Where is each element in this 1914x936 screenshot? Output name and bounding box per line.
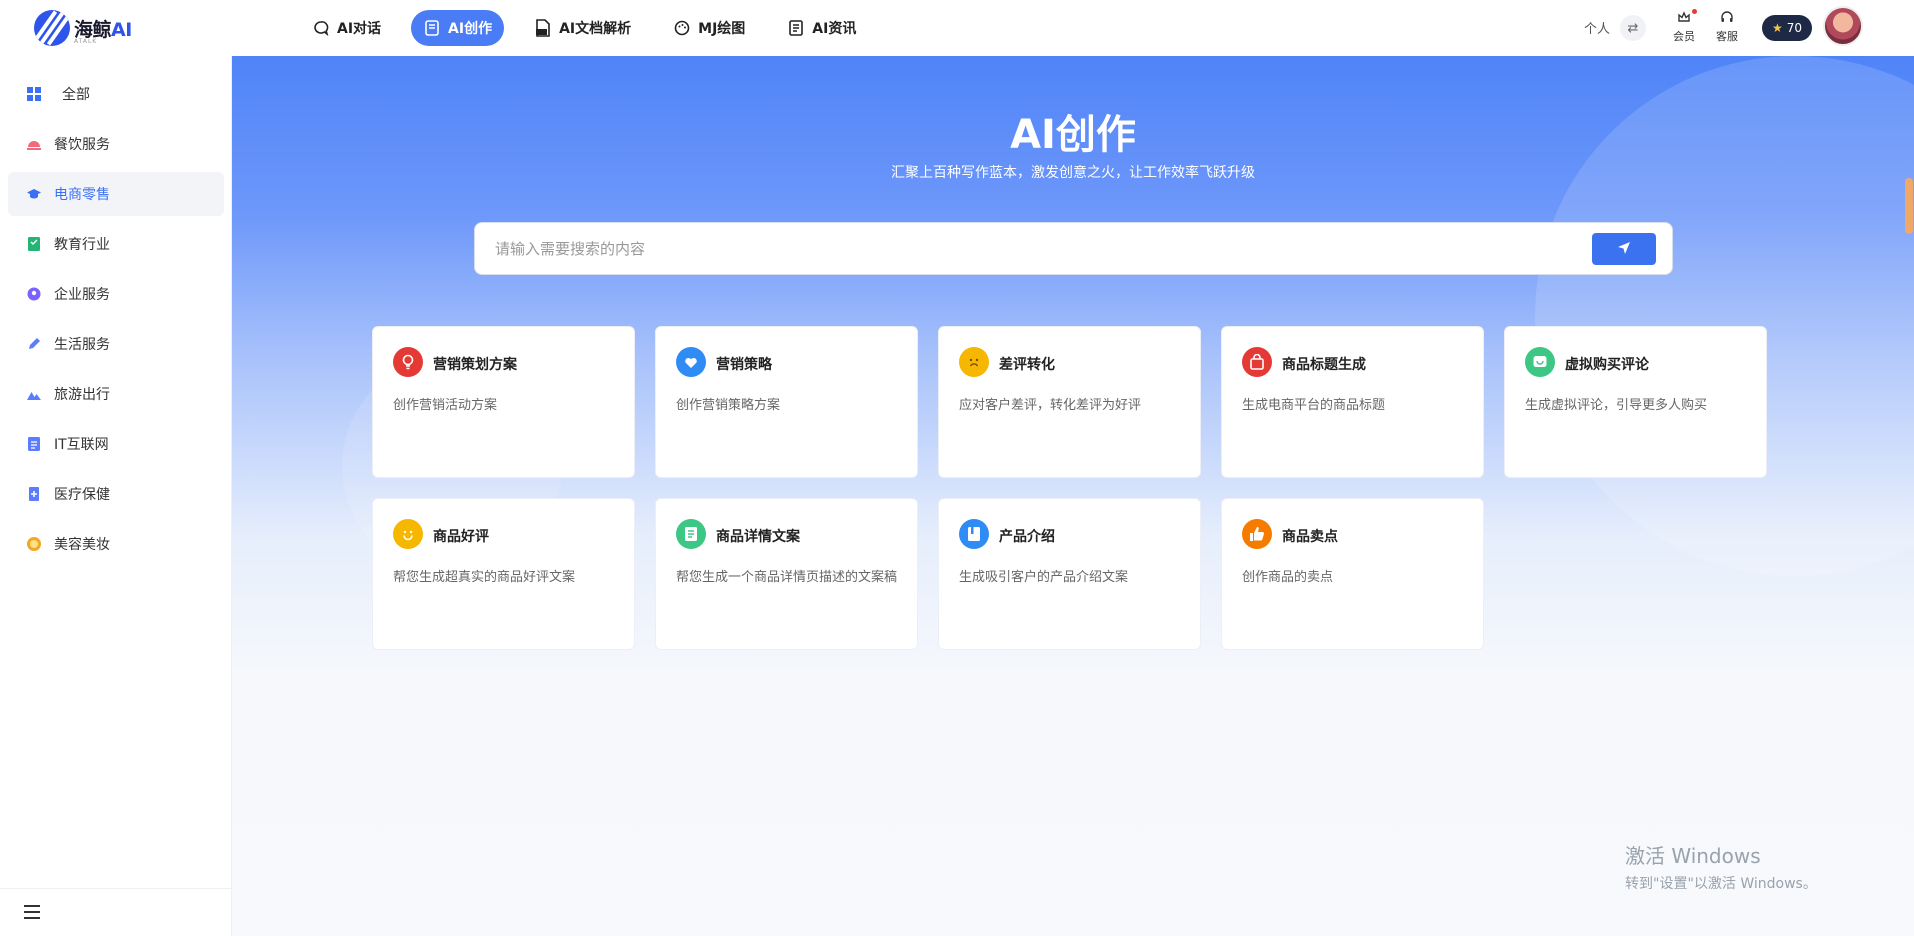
- logo-icon: [34, 10, 70, 46]
- search-box: [474, 222, 1673, 275]
- logo[interactable]: 海鲸AI ATALK: [34, 10, 132, 46]
- page-subtitle: 汇聚上百种写作蓝本，激发创意之火，让工作效率飞跃升级: [891, 165, 1255, 181]
- smile-icon: [393, 519, 423, 549]
- sidebar-item-medical[interactable]: 医疗保健: [8, 472, 224, 516]
- windows-activation-watermark: 激活 Windows 转到"设置"以激活 Windows。: [1625, 844, 1817, 892]
- menu-icon[interactable]: [24, 905, 40, 919]
- news-icon: [787, 19, 805, 37]
- book-icon: [26, 236, 42, 252]
- card-title: 商品卖点: [1282, 529, 1338, 545]
- create-icon: [423, 19, 441, 37]
- code-icon: [26, 436, 42, 452]
- main-content: AI创作 汇聚上百种写作蓝本，激发创意之火，让工作效率飞跃升级 营销策划方案 创…: [232, 56, 1914, 936]
- sidebar-item-enterprise[interactable]: 企业服务: [8, 272, 224, 316]
- sidebar-item-it[interactable]: IT互联网: [8, 422, 224, 466]
- nav-ai-news[interactable]: AI资讯: [775, 10, 868, 46]
- avatar[interactable]: [1823, 6, 1863, 46]
- template-card[interactable]: 虚拟购买评论 生成虚拟评论，引导更多人购买: [1504, 326, 1767, 478]
- send-icon: [1617, 240, 1631, 259]
- personal-label[interactable]: 个人: [1584, 18, 1610, 37]
- swap-icon[interactable]: ⇄: [1620, 15, 1646, 41]
- star-icon: ★: [1771, 21, 1783, 35]
- card-description: 生成电商平台的商品标题: [1242, 398, 1386, 413]
- nav-ai-chat[interactable]: AI对话: [300, 10, 393, 46]
- card-description: 创作营销策略方案: [676, 398, 781, 413]
- palette-icon: [673, 19, 691, 37]
- sidebar-item-dining[interactable]: 餐饮服务: [8, 122, 224, 166]
- brand-sub: ATALK: [74, 38, 98, 45]
- medical-icon: [26, 486, 42, 502]
- book-icon: [959, 519, 989, 549]
- card-title: 差评转化: [999, 357, 1055, 373]
- scrollbar-thumb[interactable]: [1905, 178, 1913, 234]
- search-send-button[interactable]: [1592, 233, 1656, 265]
- card-description: 生成吸引客户的产品介绍文案: [959, 570, 1129, 585]
- service-button[interactable]: 客服: [1712, 10, 1742, 44]
- comment-icon: [1525, 347, 1555, 377]
- card-description: 生成虚拟评论，引导更多人购买: [1525, 398, 1708, 413]
- bulb-icon: [393, 347, 423, 377]
- sidebar-item-beauty[interactable]: 美容美妆: [8, 522, 224, 566]
- nav-ai-create[interactable]: AI创作: [411, 10, 505, 46]
- sidebar-item-travel[interactable]: 旅游出行: [8, 372, 224, 416]
- enterprise-icon: [26, 286, 42, 302]
- doc-icon: [676, 519, 706, 549]
- template-card[interactable]: 商品详情文案 帮您生成一个商品详情页描述的文案稿: [655, 498, 918, 650]
- cap-icon: [26, 186, 42, 202]
- member-button[interactable]: 会员: [1669, 9, 1699, 44]
- chat-icon: [312, 19, 330, 37]
- card-title: 商品详情文案: [716, 529, 800, 545]
- thumb-up-icon: [1242, 519, 1272, 549]
- template-card[interactable]: 营销策略 创作营销策略方案: [655, 326, 918, 478]
- notification-dot: [1692, 9, 1697, 14]
- heart-chat-icon: [676, 347, 706, 377]
- headset-icon: [1712, 10, 1742, 28]
- template-card[interactable]: 差评转化 应对客户差评，转化差评为好评: [938, 326, 1201, 478]
- card-title: 商品标题生成: [1282, 357, 1366, 373]
- sidebar-item-ecommerce[interactable]: 电商零售: [8, 172, 224, 216]
- beauty-icon: [26, 536, 42, 552]
- card-description: 帮您生成超真实的商品好评文案: [393, 570, 576, 585]
- bag-icon: [1242, 347, 1272, 377]
- card-title: 营销策略: [716, 357, 772, 373]
- grid-icon: [26, 86, 42, 102]
- top-bar: 海鲸AI ATALK AI对话 AI创作 AI文档解析 MJ绘图 AI资讯 个人…: [0, 0, 1914, 56]
- sidebar-item-education[interactable]: 教育行业: [8, 222, 224, 266]
- sidebar: 全部 餐饮服务 电商零售 教育行业 企业服务 生活服务 旅游出行 IT互联网 医…: [0, 56, 232, 936]
- sidebar-item-all[interactable]: 全部: [8, 72, 224, 116]
- sidebar-item-life[interactable]: 生活服务: [8, 322, 224, 366]
- sidebar-footer: [0, 888, 232, 936]
- template-card[interactable]: 商品好评 帮您生成超真实的商品好评文案: [372, 498, 635, 650]
- template-card[interactable]: 营销策划方案 创作营销活动方案: [372, 326, 635, 478]
- card-title: 商品好评: [433, 529, 489, 545]
- main-nav: AI对话 AI创作 AI文档解析 MJ绘图 AI资讯: [300, 10, 886, 46]
- card-description: 创作商品的卖点: [1242, 570, 1334, 585]
- credits-badge[interactable]: ★ 70: [1762, 15, 1812, 41]
- frown-icon: [959, 347, 989, 377]
- dining-icon: [26, 136, 42, 152]
- card-description: 帮您生成一个商品详情页描述的文案稿: [676, 570, 898, 585]
- card-title: 虚拟购买评论: [1565, 357, 1649, 373]
- template-card[interactable]: 产品介绍 生成吸引客户的产品介绍文案: [938, 498, 1201, 650]
- nav-mj-draw[interactable]: MJ绘图: [661, 10, 757, 46]
- pdf-icon: [534, 19, 552, 37]
- template-card[interactable]: 商品卖点 创作商品的卖点: [1221, 498, 1484, 650]
- card-title: 产品介绍: [999, 529, 1055, 545]
- mountain-icon: [26, 386, 42, 402]
- card-description: 应对客户差评，转化差评为好评: [959, 398, 1142, 413]
- card-description: 创作营销活动方案: [393, 398, 498, 413]
- card-title: 营销策划方案: [433, 357, 517, 373]
- template-card[interactable]: 商品标题生成 生成电商平台的商品标题: [1221, 326, 1484, 478]
- nav-ai-doc[interactable]: AI文档解析: [522, 10, 643, 46]
- page-title: AI创作: [1010, 112, 1136, 158]
- search-input[interactable]: [495, 236, 1555, 262]
- pen-icon: [26, 336, 42, 352]
